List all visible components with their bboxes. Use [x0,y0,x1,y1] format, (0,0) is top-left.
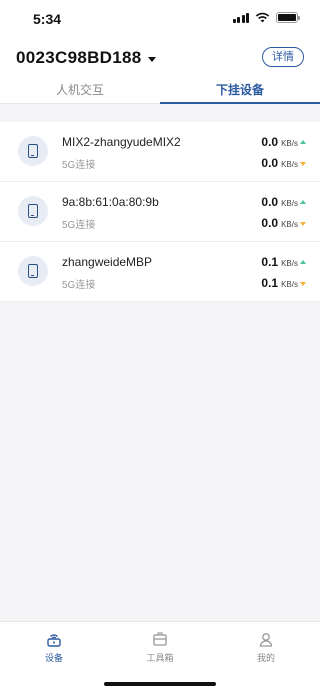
detail-button[interactable]: 详情 [262,47,304,67]
download-speed-unit: KB/s [281,280,298,289]
upload-arrow-icon [300,200,306,204]
download-speed-unit: KB/s [281,160,298,169]
download-arrow-icon [300,222,306,226]
device-selector[interactable]: 0023C98BD188 [16,48,156,68]
status-icons [232,12,300,23]
toolbox-icon [151,630,169,648]
upload-arrow-icon [300,140,306,144]
download-speed-unit: KB/s [281,220,298,229]
battery-icon [276,12,300,23]
download-speed: 0.0 KB/s [261,156,298,170]
upload-speed: 0.1 KB/s [261,255,298,269]
upload-speed-unit: KB/s [281,259,298,268]
caret-down-icon [147,56,156,62]
upload-speed-value: 0.0 [261,135,279,149]
wifi-icon [255,12,270,23]
device-icon-wrap [18,256,48,286]
upload-speed-value: 0.1 [261,255,279,269]
device-list: MIX2-zhangyudeMIX2 5G连接 0.0 KB/s 0.0 KB/… [0,122,320,302]
download-speed-value: 0.1 [261,276,279,290]
upload-speed-unit: KB/s [281,139,298,148]
list-item[interactable]: zhangweideMBP 5G连接 0.1 KB/s 0.1 KB/s [0,242,320,302]
tab-bar-top: 人机交互 下挂设备 [0,80,320,104]
phone-icon [28,204,38,218]
tab-interaction[interactable]: 人机交互 [0,80,160,103]
phone-icon [28,144,38,158]
bottom-tab-bar: 设备 工具箱 我的 [0,621,320,692]
download-arrow-icon [300,162,306,166]
device-icon-wrap [18,136,48,166]
device-name: zhangweideMBP [62,255,153,269]
status-time: 5:34 [33,11,62,27]
home-indicator [104,682,216,686]
upload-speed: 0.0 KB/s [261,135,298,149]
upload-speed: 0.0 KB/s [261,195,298,209]
tabbar-label: 工具箱 [146,653,174,663]
header: 0023C98BD188 详情 [0,36,320,80]
download-arrow-icon [300,282,306,286]
profile-icon [257,630,275,648]
connection-type: 5G连接 [62,280,96,291]
tabbar-item-toolbox[interactable]: 工具箱 [130,630,190,664]
list-item[interactable]: MIX2-zhangyudeMIX2 5G连接 0.0 KB/s 0.0 KB/… [0,122,320,182]
tabbar-item-devices[interactable]: 设备 [24,630,84,664]
upload-speed-value: 0.0 [261,195,279,209]
connection-type: 5G连接 [62,160,96,171]
status-bar: 5:34 [0,0,320,36]
upload-arrow-icon [300,260,306,264]
phone-icon [28,264,38,278]
download-speed-value: 0.0 [261,216,279,230]
device-icon-wrap [18,196,48,226]
tabbar-label: 设备 [44,653,63,663]
router-icon [45,630,63,648]
signal-icon [232,12,249,23]
list-item[interactable]: 9a:8b:61:0a:80:9b 5G连接 0.0 KB/s 0.0 KB/s [0,182,320,242]
device-id: 0023C98BD188 [16,48,142,67]
download-speed: 0.0 KB/s [261,216,298,230]
device-name: 9a:8b:61:0a:80:9b [62,195,159,209]
connection-type: 5G连接 [62,220,96,231]
download-speed-value: 0.0 [261,156,279,170]
tabbar-item-profile[interactable]: 我的 [236,630,296,664]
tabbar-label: 我的 [256,653,275,663]
upload-speed-unit: KB/s [281,199,298,208]
download-speed: 0.1 KB/s [261,276,298,290]
tab-connected-devices[interactable]: 下挂设备 [160,80,320,104]
device-name: MIX2-zhangyudeMIX2 [62,135,181,149]
